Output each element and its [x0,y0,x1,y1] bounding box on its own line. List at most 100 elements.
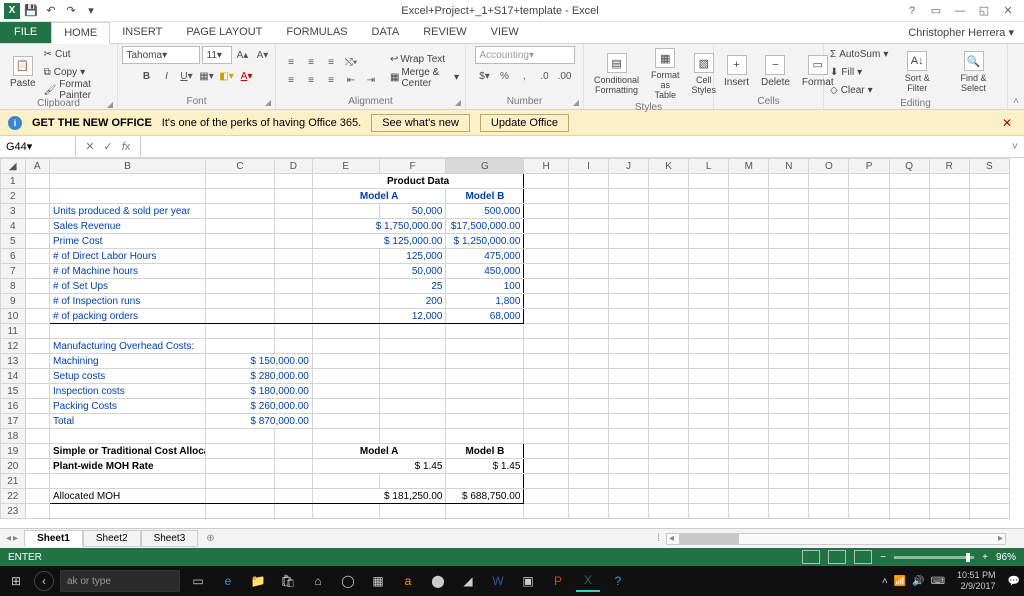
expand-formula-bar-icon[interactable]: ˅ [1006,141,1024,153]
cell-I18[interactable] [568,429,608,444]
cell-R23[interactable] [929,504,969,519]
cell-S12[interactable] [969,339,1009,354]
cell-Q3[interactable] [889,204,929,219]
cell-S14[interactable] [969,369,1009,384]
col-header-L[interactable]: L [689,159,729,174]
cell-Q22[interactable] [889,489,929,504]
excel-taskbar-icon[interactable]: X [576,570,600,592]
cell-I4[interactable] [568,219,608,234]
tray-up-icon[interactable]: ˄ [882,576,888,587]
copy-button[interactable]: ⧉ Copy ▾ [44,64,111,80]
cell-J15[interactable] [609,384,649,399]
cell-I10[interactable] [568,309,608,324]
taskbar-search[interactable]: ak or type [60,570,180,592]
bold-button[interactable]: B [138,68,156,84]
cell-P22[interactable] [849,489,889,504]
cell-I5[interactable] [568,234,608,249]
cell-H4[interactable] [524,219,569,234]
col-header-Q[interactable]: Q [889,159,929,174]
row-header-5[interactable]: 5 [1,234,26,249]
cell-A18[interactable] [25,429,50,444]
cell-G15[interactable] [446,384,524,399]
cell-F3[interactable]: 50,000 [379,204,446,219]
cell-C20[interactable] [205,459,274,474]
cell-I13[interactable] [568,354,608,369]
cell-P4[interactable] [849,219,889,234]
cell-M2[interactable] [729,189,769,204]
cell-C23[interactable] [205,504,274,519]
cell-A16[interactable] [25,399,50,414]
cell-D11[interactable] [274,324,312,339]
cell-J18[interactable] [609,429,649,444]
cell-J6[interactable] [609,249,649,264]
grow-font-icon[interactable]: A▴ [234,47,252,63]
cell-N23[interactable] [769,504,809,519]
cell-M12[interactable] [729,339,769,354]
cell-E15[interactable] [312,384,379,399]
cell-K3[interactable] [649,204,689,219]
cell-Q19[interactable] [889,444,929,459]
cell-R18[interactable] [929,429,969,444]
cell-P11[interactable] [849,324,889,339]
cell-K6[interactable] [649,249,689,264]
autosum-button[interactable]: Σ AutoSum ▾ [830,46,888,62]
cell-G9[interactable]: 1,800 [446,294,524,309]
cell-R2[interactable] [929,189,969,204]
save-icon[interactable]: 💾 [22,2,40,20]
cell-M3[interactable] [729,204,769,219]
cell-D12[interactable] [274,339,312,354]
font-color-button[interactable]: A▾ [238,68,256,84]
cell-K11[interactable] [649,324,689,339]
cell-C22[interactable] [205,489,274,504]
cell-B4[interactable]: Sales Revenue [50,219,206,234]
cell-E23[interactable] [312,504,379,519]
cell-M13[interactable] [729,354,769,369]
cell-H21[interactable] [524,474,569,489]
sheet-nav-next-icon[interactable]: ▸ [13,533,18,544]
sheet-tab-sheet2[interactable]: Sheet2 [83,530,141,547]
cell-H18[interactable] [524,429,569,444]
cell-K23[interactable] [649,504,689,519]
cell-N4[interactable] [769,219,809,234]
cell-B16[interactable]: Packing Costs [50,399,206,414]
back-button[interactable]: ‹ [34,571,54,591]
cell-A1[interactable] [25,174,50,189]
align-right-icon[interactable]: ≡ [322,72,340,88]
cell-O19[interactable] [809,444,849,459]
cell-B2[interactable] [50,189,206,204]
row-header-15[interactable]: 15 [1,384,26,399]
cell-H8[interactable] [524,279,569,294]
col-header-B[interactable]: B [50,159,206,174]
cell-D21[interactable] [274,474,312,489]
cell-E19[interactable]: Model A [312,444,446,459]
align-top-icon[interactable]: ≡ [282,54,300,70]
cell-P18[interactable] [849,429,889,444]
cell-D19[interactable] [274,444,312,459]
cell-E4[interactable]: $ 1,750,000.00 [312,219,446,234]
account-user[interactable]: Christopher Herrera ▾ [898,22,1024,43]
row-header-7[interactable]: 7 [1,264,26,279]
col-header-J[interactable]: J [609,159,649,174]
font-name-select[interactable]: Tahoma ▾ [122,46,200,64]
cell-S4[interactable] [969,219,1009,234]
align-left-icon[interactable]: ≡ [282,72,300,88]
cell-K2[interactable] [649,189,689,204]
cell-A12[interactable] [25,339,50,354]
fx-icon[interactable]: fx [118,141,134,153]
cell-Q7[interactable] [889,264,929,279]
collapse-ribbon-icon[interactable]: ˄ [1008,44,1024,109]
cell-L22[interactable] [689,489,729,504]
inc-decimal-icon[interactable]: .0 [536,68,554,84]
col-header-H[interactable]: H [524,159,569,174]
cell-I22[interactable] [568,489,608,504]
ribbon-tab-review[interactable]: REVIEW [411,22,478,43]
cell-G11[interactable] [446,324,524,339]
col-header-D[interactable]: D [274,159,312,174]
cell-A17[interactable] [25,414,50,429]
cell-A2[interactable] [25,189,50,204]
clear-button[interactable]: ◇ Clear ▾ [830,82,888,98]
cell-E2[interactable]: Model A [312,189,446,204]
cell-B17[interactable]: Total [50,414,206,429]
wrap-text-button[interactable]: ↩ Wrap Text [390,54,459,65]
cell-P19[interactable] [849,444,889,459]
